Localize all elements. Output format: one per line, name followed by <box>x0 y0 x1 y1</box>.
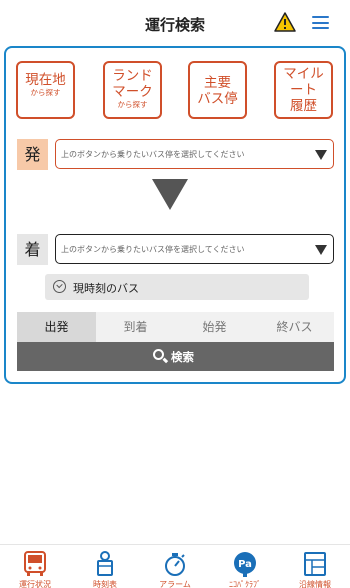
nav-item-timetable[interactable]: 時刻表 <box>70 545 140 588</box>
app-header: 運行検索 <box>0 0 350 46</box>
nav-item-service-status[interactable]: 運行状況 <box>0 545 70 588</box>
search-mode-tabs: 出発 到着 始発 終バス <box>17 312 334 342</box>
nav-item-alarm[interactable]: アラーム <box>140 545 210 588</box>
down-arrow-icon <box>152 179 188 210</box>
dropdown-triangle-icon <box>315 245 327 255</box>
nav-label: ﾆｺﾊﾟｸﾗﾌﾞ <box>229 580 261 588</box>
button-label: マイル <box>283 66 324 82</box>
bottom-navigation: 運行状況 時刻表 アラーム Pa ﾆｺﾊﾟｸﾗﾌﾞ 沿線情報 <box>0 544 350 588</box>
svg-text:Pa: Pa <box>238 559 252 570</box>
current-location-button[interactable]: 現在地 から探す <box>16 61 75 119</box>
departure-placeholder: 上のボタンから乗りたいバス停を選択してください <box>61 150 245 159</box>
button-label: バス停 <box>197 91 238 107</box>
page-title: 運行検索 <box>144 16 205 34</box>
time-option-label: 現時刻のバス <box>73 282 139 295</box>
button-label: 主要 <box>204 75 231 91</box>
hamburger-menu-icon[interactable] <box>312 16 329 29</box>
dropdown-triangle-icon <box>315 150 327 160</box>
button-sublabel: から探す <box>30 88 61 97</box>
nicopa-club-icon: Pa <box>234 552 256 577</box>
my-route-history-button[interactable]: マイル ート 履歴 <box>274 61 333 119</box>
bus-stop-icon <box>97 551 113 576</box>
search-icon <box>153 349 164 360</box>
arrival-placeholder: 上のボタンから乗りたいバス停を選択してください <box>61 245 245 254</box>
time-option-selector[interactable]: 現時刻のバス <box>45 274 309 300</box>
clock-icon <box>53 280 66 293</box>
route-info-icon <box>304 552 326 576</box>
button-label: 現在地 <box>25 72 66 88</box>
bus-icon <box>24 551 46 576</box>
tab-departure[interactable]: 出発 <box>17 312 96 342</box>
landmark-button[interactable]: ランド マーク から探す <box>103 61 162 119</box>
nav-item-nicopa-club[interactable]: Pa ﾆｺﾊﾟｸﾗﾌﾞ <box>210 545 280 588</box>
search-button[interactable]: 検索 <box>17 342 334 371</box>
button-label: ランド <box>112 68 153 84</box>
stopwatch-icon <box>165 553 185 576</box>
nav-label: 時刻表 <box>93 580 117 588</box>
tab-last-bus[interactable]: 終バス <box>255 312 334 342</box>
arrival-label: 着 <box>17 234 48 265</box>
button-label: マーク <box>112 84 153 100</box>
nav-label: アラーム <box>159 580 191 588</box>
button-sublabel: から探す <box>117 100 148 109</box>
button-label: 履歴 <box>290 98 317 114</box>
arrival-stop-select[interactable]: 上のボタンから乗りたいバス停を選択してください <box>55 234 334 264</box>
button-label: ート <box>290 82 317 98</box>
major-bus-stop-button[interactable]: 主要 バス停 <box>188 61 247 119</box>
nav-label: 運行状況 <box>19 580 51 588</box>
departure-label: 発 <box>17 139 48 170</box>
search-button-label: 検索 <box>171 350 194 364</box>
search-panel: 現在地 から探す ランド マーク から探す 主要 バス停 マイル ート 履歴 発… <box>4 46 346 384</box>
warning-icon[interactable] <box>274 12 296 32</box>
nav-label: 沿線情報 <box>299 580 331 588</box>
departure-stop-select[interactable]: 上のボタンから乗りたいバス停を選択してください <box>55 139 334 169</box>
tab-first-bus[interactable]: 始発 <box>175 312 254 342</box>
tab-arrival[interactable]: 到着 <box>96 312 175 342</box>
nav-item-route-info[interactable]: 沿線情報 <box>280 545 350 588</box>
